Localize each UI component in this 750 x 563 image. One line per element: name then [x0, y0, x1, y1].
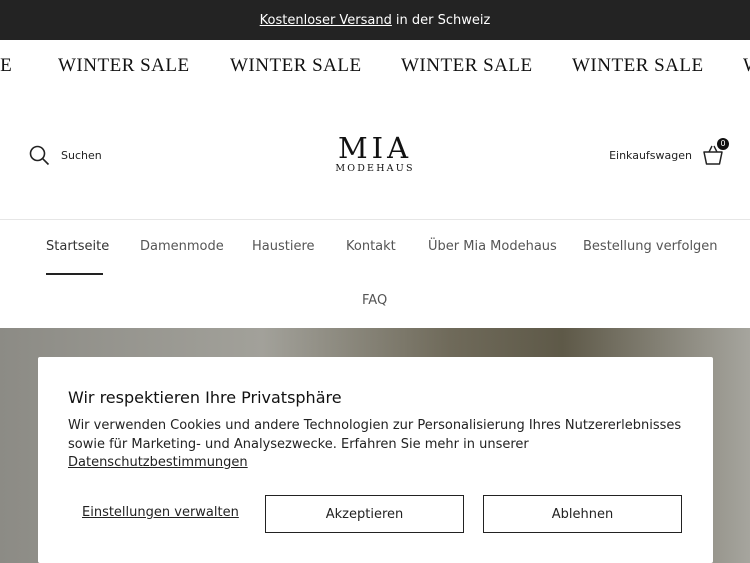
accept-button[interactable]: Akzeptieren: [265, 495, 464, 533]
cookie-title: Wir respektieren Ihre Privatsphäre: [68, 388, 342, 407]
nav-item-kontakt[interactable]: Kontakt: [346, 239, 396, 254]
marquee-item: WINTER SALE: [401, 55, 533, 76]
cart-button[interactable]: Einkaufswagen 0: [609, 138, 729, 166]
shopping-bag-icon: 0: [702, 138, 729, 166]
announcement-bar: Kostenloser Versand in der Schweiz: [0, 0, 750, 40]
nav-item-haustiere[interactable]: Haustiere: [252, 239, 315, 254]
main-navigation: Startseite Damenmode Haustiere Kontakt Ü…: [0, 220, 750, 328]
privacy-policy-link[interactable]: Datenschutzbestimmungen: [68, 455, 248, 470]
cart-count-badge: 0: [717, 138, 729, 150]
winter-sale-marquee: LE WINTER SALE WINTER SALE WINTER SALE W…: [0, 40, 750, 92]
site-header: Suchen MIA MODEHAUS Einkaufswagen 0: [0, 92, 750, 220]
cookie-consent-dialog: Wir respektieren Ihre Privatsphäre Wir v…: [38, 357, 713, 563]
free-shipping-link[interactable]: Kostenloser Versand: [260, 13, 392, 28]
marquee-item: WINTER SALE: [230, 55, 362, 76]
nav-item-bestellung-verfolgen[interactable]: Bestellung verfolgen: [583, 239, 718, 254]
announcement-text: in der Schweiz: [395, 12, 491, 28]
marquee-item: W: [743, 55, 750, 77]
marquee-item: WINTER SALE: [572, 55, 704, 76]
nav-item-ueber-mia[interactable]: Über Mia Modehaus: [428, 239, 557, 254]
nav-item-startseite[interactable]: Startseite: [46, 239, 109, 254]
active-nav-underline: [46, 273, 103, 275]
decline-button[interactable]: Ablehnen: [483, 495, 682, 533]
manage-settings-button[interactable]: Einstellungen verwalten: [82, 505, 239, 520]
cookie-body: Wir verwenden Cookies und andere Technol…: [68, 417, 688, 473]
marquee-item: WINTER SALE: [58, 55, 190, 76]
cart-label: Einkaufswagen: [609, 148, 692, 162]
nav-item-damenmode[interactable]: Damenmode: [140, 239, 224, 254]
cookie-body-text: Wir verwenden Cookies und andere Technol…: [68, 418, 682, 452]
nav-item-faq[interactable]: FAQ: [362, 293, 387, 308]
marquee-item: LE: [0, 55, 13, 76]
